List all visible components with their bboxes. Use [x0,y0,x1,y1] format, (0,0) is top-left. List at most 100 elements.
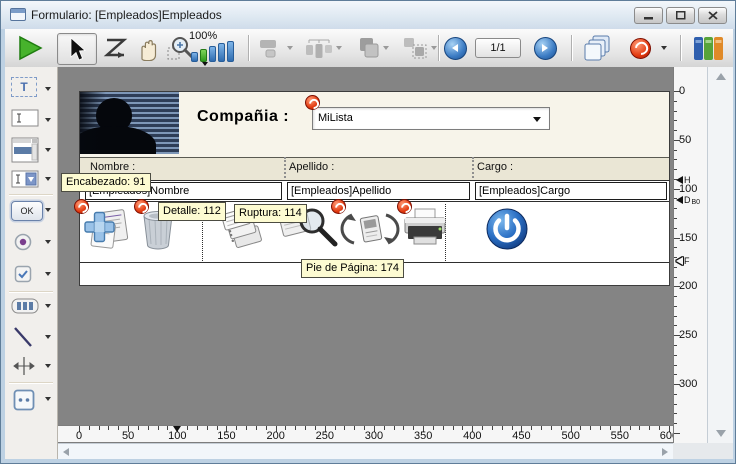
band-position-marker-d[interactable]: DB0 [676,195,700,205]
window-controls [634,7,727,24]
h-ruler-tick [295,426,296,430]
line-tool[interactable] [10,326,54,352]
maximize-button[interactable] [666,7,695,24]
listbox-tool-dropdown[interactable] [45,148,51,152]
checkbox-tool[interactable] [10,265,54,291]
print-record-button[interactable] [400,207,450,251]
duplicate-tool-button[interactable] [397,33,441,63]
distribute-dropdown-arrow[interactable] [336,46,342,50]
zoom-bar-400[interactable] [218,43,225,62]
page-indicator[interactable]: 1/1 [475,38,521,58]
text-tool[interactable]: T [10,77,54,103]
h-ruler-tick [305,426,306,430]
input-tool-dropdown[interactable] [45,118,51,122]
detalle-band-marker[interactable]: Detalle: 112 [158,202,226,221]
form-page[interactable]: Compañia : MiLista Nombre : Apellido : C… [79,91,670,286]
cargo-field[interactable]: [Empleados]Cargo [475,182,667,200]
button-tool-dropdown[interactable] [45,208,51,212]
radio-tool-dropdown[interactable] [45,240,51,244]
minimize-button[interactable] [634,7,663,24]
combobox-tool[interactable] [10,170,54,196]
align-tool-button[interactable] [255,33,295,63]
scroll-down-icon[interactable] [716,430,726,437]
company-combobox[interactable]: MiLista [312,107,550,130]
entry-order-tool-button[interactable] [101,33,131,63]
close-icon [709,12,717,19]
zoom-bar-100[interactable] [200,49,207,62]
delete-record-event-badge[interactable] [134,199,149,214]
line-tool-dropdown[interactable] [45,335,51,339]
ruptura-band-marker[interactable]: Ruptura: 114 [234,204,307,223]
vertical-scrollbar[interactable] [707,67,733,443]
add-record-button[interactable] [84,207,130,251]
window-title: Formulario: [Empleados]Empleados [31,8,222,22]
scroll-left-icon[interactable] [63,448,69,456]
buttongrid-tool-dropdown[interactable] [45,304,51,308]
v-ruler-label: 300 [679,378,697,390]
checkbox-tool-icon [14,265,32,283]
combobox-tool-dropdown[interactable] [45,177,51,181]
zoom-bar-200[interactable] [209,46,216,62]
form-pages-button[interactable] [581,33,617,63]
zoom-level-bars[interactable] [191,41,234,62]
pie-band-marker[interactable]: Pie de Página: 174 [301,259,404,278]
v-ruler-label: 50 [679,134,691,146]
button-tool[interactable]: OK [10,201,54,227]
zoom-bar-50[interactable] [191,52,198,62]
explorer-button[interactable] [689,33,727,63]
combobox-arrow-icon[interactable] [533,117,541,122]
company-label[interactable]: Compañia : [197,108,289,126]
previous-page-button[interactable] [443,33,467,63]
plugin-tool-dropdown[interactable] [45,397,51,401]
design-canvas[interactable]: Compañia : MiLista Nombre : Apellido : C… [58,67,673,425]
horizontal-scrollbar[interactable] [58,443,673,459]
refresh-record-event-badge[interactable] [331,199,346,214]
form-window-icon [10,8,26,21]
event-badge-button[interactable] [627,33,653,63]
layer-dropdown-arrow[interactable] [383,46,389,50]
window-frame [1,459,736,464]
selection-tool-button[interactable] [57,33,97,65]
h-ruler-tick [197,426,198,430]
next-page-button[interactable] [533,33,557,63]
splitter-tool[interactable] [10,356,54,382]
h-ruler: 050100150200250300350400450500550600 [58,425,673,443]
v-ruler-tick [674,101,677,102]
buttongrid-tool[interactable] [10,298,54,324]
splitter-tool-dropdown[interactable] [45,364,51,368]
band-position-marker-f[interactable]: F [676,256,690,266]
checkbox-tool-dropdown[interactable] [45,272,51,276]
zoom-bar-800[interactable] [227,41,234,62]
cargo-header-label[interactable]: Cargo : [477,161,513,173]
hand-tool-button[interactable] [133,33,163,63]
close-button[interactable] [698,7,727,24]
align-dropdown-arrow[interactable] [287,46,293,50]
distribute-tool-button[interactable] [301,33,345,63]
text-tool-dropdown[interactable] [45,87,51,91]
plugin-tool[interactable] [10,389,54,415]
layer-tool-button[interactable] [349,33,393,63]
h-ruler-tick [580,426,581,430]
encabezado-band-marker[interactable]: Encabezado: 91 [61,173,151,192]
duplicate-dropdown-arrow[interactable] [431,46,437,50]
zoom-cursor-marker [202,62,208,66]
refresh-record-button[interactable] [338,207,402,251]
add-record-event-badge[interactable] [74,199,89,214]
apellido-header-label[interactable]: Apellido : [289,161,334,173]
h-ruler-label: 0 [76,430,82,442]
combobox-event-badge[interactable] [305,95,320,110]
scroll-up-icon[interactable] [716,73,726,80]
print-record-event-badge[interactable] [397,199,412,214]
nombre-header-label[interactable]: Nombre : [90,161,135,173]
scroll-right-icon[interactable] [662,448,668,456]
duplicate-icon [401,36,429,60]
execute-form-button[interactable] [15,33,45,63]
listbox-tool[interactable] [10,137,54,165]
band-position-marker-h[interactable]: H [676,175,691,185]
radio-tool[interactable] [10,233,54,259]
input-tool[interactable] [10,108,54,134]
employee-photo[interactable] [80,92,179,154]
apellido-field[interactable]: [Empleados]Apellido [287,182,470,200]
badge-dropdown-button[interactable] [657,33,671,63]
power-quit-button[interactable] [485,207,529,251]
